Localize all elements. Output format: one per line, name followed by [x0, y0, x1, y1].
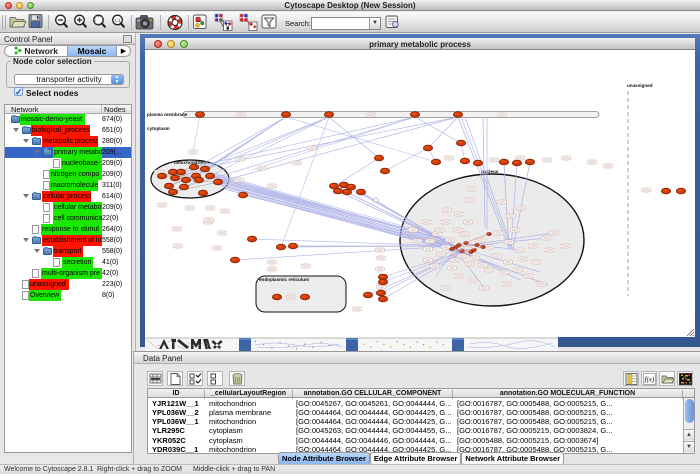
svg-text:f(x): f(x) [645, 376, 655, 384]
svg-text:plasma membrane: plasma membrane [147, 112, 188, 117]
svg-text:endoplasmic reticulum: endoplasmic reticulum [259, 277, 309, 282]
svg-text:cytoplasm: cytoplasm [147, 126, 170, 131]
svg-text:1:1: 1:1 [115, 18, 121, 23]
svg-text:unassigned: unassigned [627, 83, 653, 88]
